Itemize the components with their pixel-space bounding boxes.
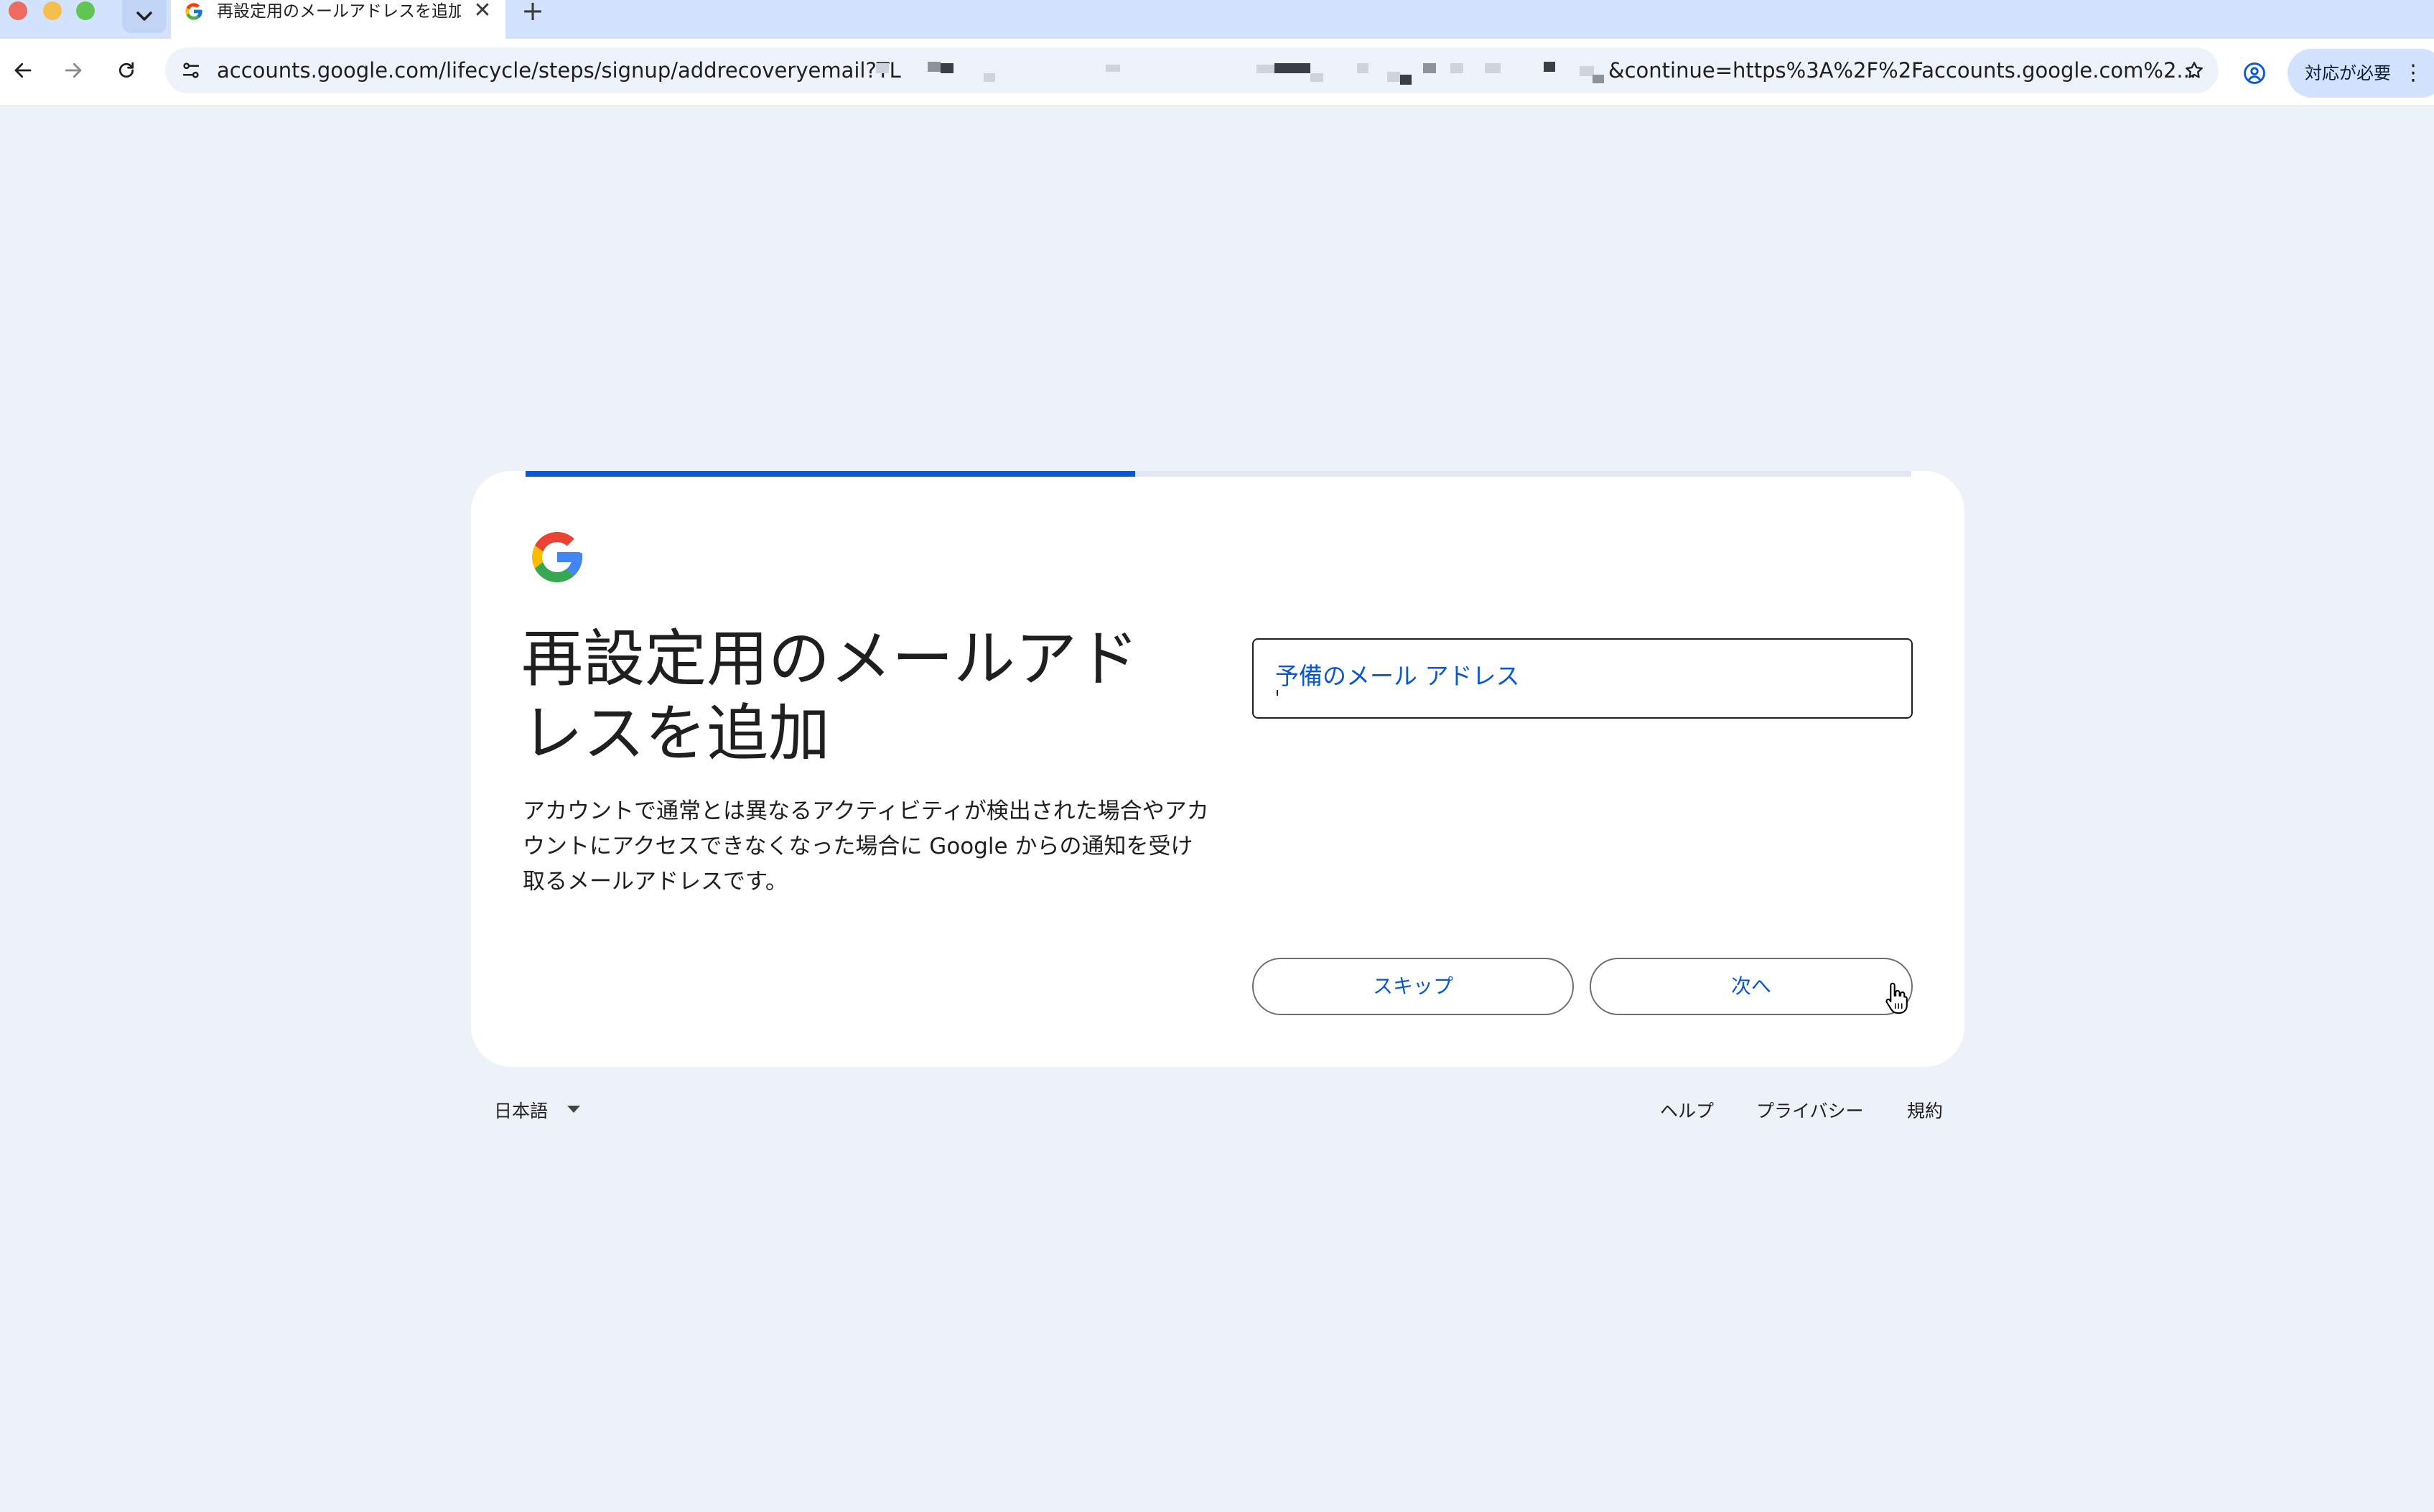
url-text-continued: &continue=https%3A%2F%2Faccounts.google.… xyxy=(1608,58,2197,83)
google-logo-icon xyxy=(532,532,582,582)
window-close-button[interactable] xyxy=(9,1,27,20)
privacy-link[interactable]: プライバシー xyxy=(1756,1097,1864,1126)
back-button[interactable] xyxy=(6,53,40,88)
bookmark-button[interactable] xyxy=(2178,55,2210,86)
language-selector[interactable]: 日本語 xyxy=(494,1097,548,1126)
profile-icon xyxy=(2244,62,2265,84)
signup-progress-fill xyxy=(526,471,1136,477)
site-info-button[interactable] xyxy=(177,56,205,85)
tab-strip: 再設定用のメールアドレスを追加 ✕ + xyxy=(0,0,2434,39)
url-text: accounts.google.com/lifecycle/steps/sign… xyxy=(217,58,901,83)
reload-icon xyxy=(118,62,134,78)
page-title: 再設定用のメールアドレスを追加 xyxy=(521,623,1139,770)
hand-cursor-icon xyxy=(1885,982,1908,1014)
back-icon xyxy=(14,62,32,78)
skip-button[interactable]: スキップ xyxy=(1252,958,1574,1015)
page-description: アカウントで通常とは異なるアクティビティが検出された場合やアカウントにアクセスで… xyxy=(523,798,1209,895)
tab-search-button[interactable] xyxy=(122,0,167,33)
window-zoom-button[interactable] xyxy=(76,1,95,20)
more-icon[interactable]: ⋮ xyxy=(2402,59,2424,88)
next-button[interactable]: 次へ xyxy=(1590,958,1913,1015)
recovery-email-field[interactable]: 予備のメール アドレス xyxy=(1252,638,1913,719)
bookmark-star-icon xyxy=(2186,62,2203,78)
new-tab-button[interactable]: + xyxy=(518,0,547,24)
dropdown-caret-icon[interactable] xyxy=(567,1106,580,1113)
browser-toolbar: accounts.google.com/lifecycle/steps/sign… xyxy=(0,39,2434,106)
active-tab[interactable]: 再設定用のメールアドレスを追加 ✕ xyxy=(171,0,505,39)
recovery-email-label: 予備のメール アドレス xyxy=(1275,662,1520,690)
terms-link[interactable]: 規約 xyxy=(1907,1097,1943,1126)
signup-card: 再設定用のメールアドレスを追加 アカウントで通常とは異なるアクティビティが検出さ… xyxy=(471,471,1964,1067)
signup-progress-bar xyxy=(526,471,1911,477)
forward-button[interactable] xyxy=(56,53,90,88)
reload-button[interactable] xyxy=(109,53,144,88)
forward-icon xyxy=(65,62,82,78)
text-caret xyxy=(1277,690,1278,696)
tab-close-icon[interactable]: ✕ xyxy=(471,0,494,23)
address-bar[interactable]: accounts.google.com/lifecycle/steps/sign… xyxy=(165,47,2219,93)
tab-title: 再設定用のメールアドレスを追加 xyxy=(217,2,461,21)
site-info-icon xyxy=(182,62,200,78)
chevron-down-icon xyxy=(136,11,152,21)
profile-button[interactable] xyxy=(2237,56,2272,90)
google-favicon-icon xyxy=(185,3,202,20)
help-link[interactable]: ヘルプ xyxy=(1660,1097,1714,1126)
window-minimize-button[interactable] xyxy=(43,1,62,20)
